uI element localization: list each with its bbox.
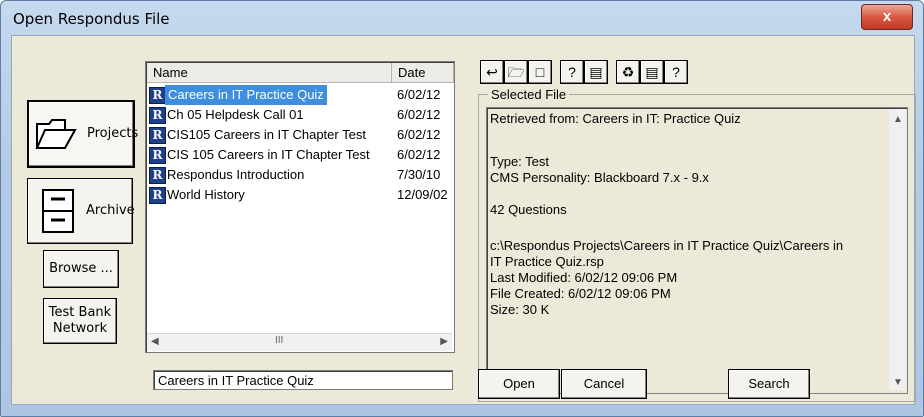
archive-icon[interactable]: ▤ [640,60,664,84]
close-button[interactable]: x [861,4,913,30]
column-header-date[interactable]: Date [392,63,454,83]
respondus-file-icon: R [149,107,166,124]
file-row[interactable]: R CIS105 Careers in IT Chapter Test 6/02… [147,125,452,145]
detail-line: Retrieved from: Careers in IT: Practice … [490,111,741,126]
respondus-file-icon: R [149,187,166,204]
projects-label: Projects [87,126,139,141]
scroll-up-icon[interactable]: ▲ [893,112,903,128]
test-bank-line1: Test Bank [48,305,112,320]
search-button[interactable]: Search [728,369,810,399]
file-date: 6/02/12 [397,127,441,142]
file-date: 6/02/12 [397,147,441,162]
file-name: Careers in IT Practice Quiz [165,85,327,105]
archive-label: Archive [86,203,135,218]
test-bank-network-button[interactable]: Test Bank Network [43,298,117,344]
list-view-icon[interactable]: ▤ [584,60,608,84]
detail-line: File Created: 6/02/12 09:06 PM [490,286,671,301]
dialog-window: Open Respondus File x Projects Archive B… [0,0,924,417]
new-file-icon[interactable]: □ [528,60,552,84]
folder-icon [35,119,77,149]
recycle-icon[interactable]: ♻ [616,60,640,84]
question-icon[interactable]: ? [664,60,688,84]
scroll-left-icon[interactable]: ◀ [151,336,159,347]
cancel-button[interactable]: Cancel [561,369,647,399]
file-date: 7/30/10 [397,167,441,182]
detail-line: Last Modified: 6/02/12 09:06 PM [490,270,678,285]
projects-button[interactable]: Projects [27,100,139,168]
file-list[interactable]: Name Date R Careers in IT Practice Quiz … [145,61,455,353]
file-row[interactable]: R Careers in IT Practice Quiz 6/02/12 [147,85,452,105]
selected-file-label: Selected File [488,87,570,102]
respondus-file-icon: R [149,167,166,184]
respondus-file-icon: R [149,87,166,104]
file-row[interactable]: R Respondus Introduction 7/30/10 [147,165,452,185]
file-name: World History [167,187,245,202]
detail-line: Size: 30 K [490,302,550,317]
dialog-client-area: Projects Archive Browse ... Test Bank Ne… [11,35,916,405]
detail-line: Type: Test [490,154,550,169]
detail-line: CMS Personality: Blackboard 7.x - 9.x [490,170,709,185]
horizontal-scrollbar[interactable]: ◀ III ▶ [147,333,452,351]
file-name: CIS 105 Careers in IT Chapter Test [167,147,370,162]
file-row[interactable]: R Ch 05 Helpdesk Call 01 6/02/12 [147,105,452,125]
column-header-name[interactable]: Name [147,63,392,83]
file-details-box[interactable]: Retrieved from: Careers in IT: Practice … [486,107,908,394]
scroll-down-icon[interactable]: ▼ [893,375,903,391]
file-date: 12/09/02 [397,187,448,202]
detail-line: c:\Respondus Projects\Careers in IT Prac… [490,238,844,253]
file-name: Respondus Introduction [167,167,305,182]
archive-button[interactable]: Archive [27,178,135,244]
file-row[interactable]: R CIS 105 Careers in IT Chapter Test 6/0… [147,145,452,165]
file-name: CIS105 Careers in IT Chapter Test [167,127,366,142]
file-name: Ch 05 Helpdesk Call 01 [167,107,304,122]
filename-input[interactable]: Careers in IT Practice Quiz [153,370,453,390]
new-folder-icon[interactable]: 🗁 [504,60,528,84]
window-title: Open Respondus File [13,10,170,28]
help-properties-icon[interactable]: ? [560,60,584,84]
respondus-file-icon: R [149,127,166,144]
file-date: 6/02/12 [397,87,441,102]
file-row[interactable]: R World History 12/09/02 [147,185,452,205]
file-date: 6/02/12 [397,107,441,122]
browse-button[interactable]: Browse ... [43,250,119,288]
test-bank-line2: Network [52,321,108,336]
open-button[interactable]: Open [478,369,560,399]
detail-line: 42 Questions [490,202,567,217]
vertical-scrollbar[interactable]: ▲ ▼ [889,109,906,390]
filing-cabinet-icon [42,189,74,233]
scroll-right-icon[interactable]: ▶ [440,336,448,347]
scroll-thumb[interactable]: III [275,335,283,346]
title-bar: Open Respondus File x [1,1,923,35]
detail-line: IT Practice Quiz.rsp [490,254,604,269]
up-folder-icon[interactable]: ↩ [480,60,504,84]
respondus-file-icon: R [149,147,166,164]
